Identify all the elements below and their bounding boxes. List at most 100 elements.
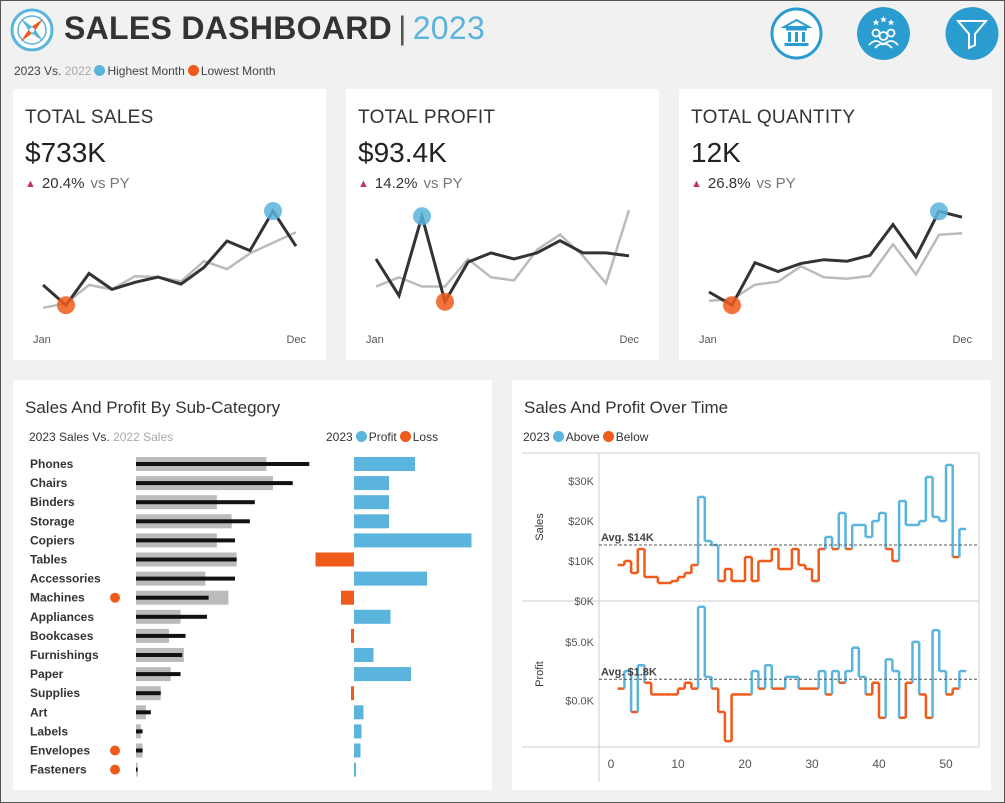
filter-icon[interactable] — [943, 7, 1005, 60]
current-year-line — [374, 210, 630, 306]
profit-bar — [354, 705, 364, 720]
sales-2023-bar — [136, 576, 235, 581]
category-label: Storage — [30, 514, 75, 528]
x-tick-label: 30 — [805, 757, 819, 771]
average-label: Avg. $14K — [601, 532, 654, 544]
x-tick-label: 0 — [608, 757, 615, 771]
x-tick-label: 20 — [738, 757, 752, 771]
sales-2023-bar — [136, 557, 237, 562]
highest-dot-icon — [94, 65, 106, 76]
profit-bar — [354, 571, 427, 586]
customers-icon[interactable] — [857, 7, 910, 60]
category-label: Paper — [30, 667, 64, 681]
highest-month-marker — [264, 202, 282, 221]
subtitle-legend: 2023 Vs. 2022 Highest Month Lowest Month — [14, 64, 276, 78]
profit-bar — [354, 648, 374, 662]
category-label: Envelopes — [30, 744, 90, 758]
profit-bar — [354, 743, 361, 758]
sales-2023-bar — [136, 767, 138, 772]
title-separator: | — [398, 10, 407, 46]
sales-2023-bar — [136, 519, 250, 524]
page-title: SALES DASHBOARD | 2023 — [64, 10, 485, 47]
sales-2023-bar — [136, 729, 143, 734]
subtitle-vs: Vs. — [44, 64, 62, 78]
lowest-dot-icon — [187, 65, 199, 76]
x-tick-label: 50 — [939, 757, 953, 771]
profit-bar — [354, 514, 389, 529]
profit-bar — [354, 457, 415, 471]
sales-2023-bar — [136, 614, 207, 619]
highest-month-marker — [930, 202, 948, 221]
highest-month-marker — [413, 207, 431, 226]
y-tick-label: $10K — [568, 556, 594, 568]
category-label: Furnishings — [30, 648, 99, 662]
y-tick-label: $5.0K — [565, 637, 594, 649]
x-axis-start-label: Jan — [366, 334, 384, 346]
sales-2023-bar — [136, 672, 181, 677]
x-axis-end-label: Dec — [619, 334, 639, 346]
sales-2023-bar — [136, 538, 235, 543]
bank-icon[interactable] — [770, 7, 823, 60]
x-axis-start-label: Jan — [699, 334, 717, 346]
y-tick-label: $0K — [574, 596, 594, 608]
x-axis-end-label: Dec — [952, 334, 972, 346]
subtitle-lowest-label: Lowest Month — [200, 64, 276, 78]
category-label: Tables — [30, 553, 67, 567]
sales-2023-bar — [136, 710, 151, 715]
overtime-card: Sales And Profit Over Time 2023 Above Belo… — [512, 380, 991, 790]
y-tick-label: $20K — [568, 516, 594, 528]
profit-bar — [354, 533, 472, 548]
kpi-card-profit: TOTAL PROFIT $93.4K ▲ 14.2% vs PY Jan Dec — [346, 89, 659, 360]
x-axis-end-label: Dec — [286, 334, 306, 346]
profit-sparkline: Jan Dec — [366, 207, 639, 346]
x-axis-start-label: Jan — [33, 334, 51, 346]
sales-sparkline: Jan Dec — [33, 202, 306, 346]
title-year: 2023 — [412, 10, 486, 46]
y-tick-label: $30K — [568, 476, 594, 488]
subcategory-chart: Phones Chairs Binders Storage Copiers Tables A… — [30, 457, 472, 777]
profit-bar — [354, 609, 391, 624]
overtime-chart: Sales $0K $10K $20K $30K Avg. $14K Profit $0.0K… — [522, 452, 980, 782]
sales-2023-bar — [136, 691, 161, 696]
x-tick-label: 40 — [872, 757, 886, 771]
subtitle-highest-label: Highest Month — [107, 64, 185, 78]
y-tick-label: $0.0K — [565, 695, 594, 707]
sales-2023-bar — [136, 633, 186, 638]
profit-bar — [354, 495, 389, 510]
x-tick-label: 10 — [671, 757, 685, 771]
lowest-month-marker — [436, 292, 454, 311]
loss-marker — [110, 592, 120, 603]
category-label: Binders — [30, 495, 75, 509]
subtitle-current-year: 2023 — [14, 64, 41, 78]
loss-marker — [110, 745, 120, 756]
sales-2023-bar — [136, 653, 183, 657]
header: SALES DASHBOARD | 2023 2023 Vs. 2022 Highes… — [0, 0, 1005, 88]
category-label: Fasteners — [30, 763, 87, 777]
quantity-sparkline: Jan Dec — [699, 202, 972, 346]
title-text: SALES DASHBOARD — [64, 10, 393, 46]
profit-bar — [354, 667, 411, 682]
profit-bar — [354, 476, 389, 491]
category-label: Labels — [30, 724, 68, 738]
lowest-month-marker — [723, 296, 741, 315]
y-axis-title: Sales — [534, 513, 546, 541]
category-label: Art — [30, 705, 47, 719]
y-axis-title: Profit — [534, 661, 546, 687]
sales-2023-bar — [136, 462, 310, 466]
category-label: Accessories — [30, 572, 101, 586]
category-label: Supplies — [30, 686, 80, 700]
category-label: Copiers — [30, 533, 75, 547]
loss-bar — [351, 628, 354, 643]
subtitle-previous-year: 2022 — [64, 64, 92, 78]
loss-bar — [341, 590, 354, 605]
loss-marker — [110, 764, 120, 775]
profit-bar — [354, 724, 362, 739]
kpi-card-sales: TOTAL SALES $733K ▲ 20.4% vs PY Jan Dec — [13, 89, 326, 360]
sales-2023-bar — [136, 500, 255, 505]
lowest-month-marker — [57, 296, 75, 315]
compass-icon — [10, 8, 54, 52]
previous-year-line — [42, 231, 297, 310]
subcategory-card: Sales And Profit By Sub-Category 2023 Sa… — [13, 380, 492, 790]
category-label: Phones — [30, 457, 74, 471]
category-label: Bookcases — [30, 629, 94, 643]
